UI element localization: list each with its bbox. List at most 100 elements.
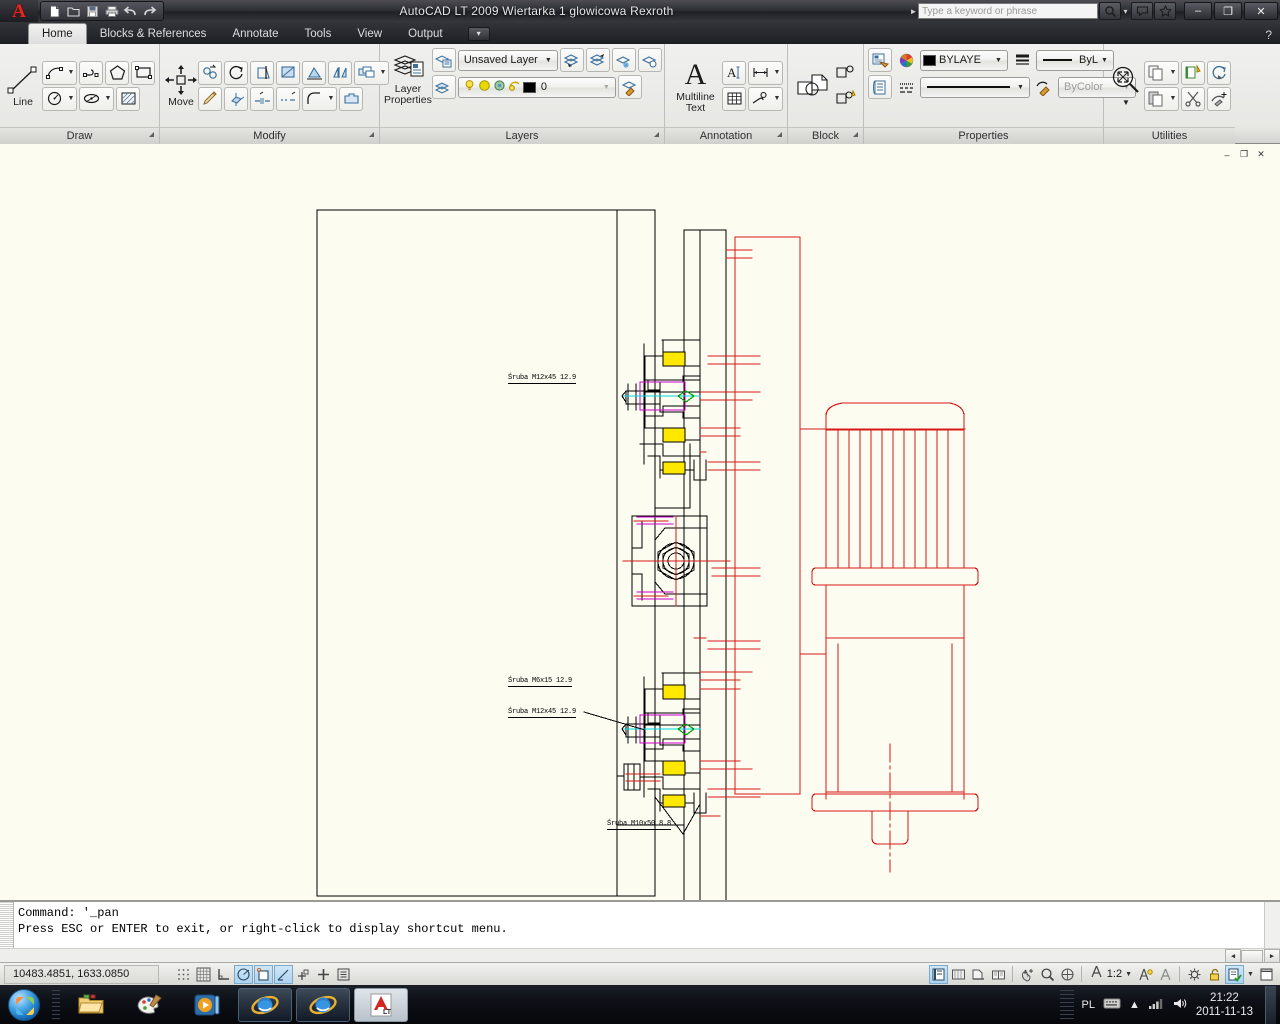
single-line-text-button[interactable]: A (722, 60, 746, 85)
zoom-extents-button[interactable]: ▼ (1108, 61, 1144, 111)
tab-home[interactable]: Home (28, 23, 87, 44)
infocenter-expand-icon[interactable]: ► (909, 7, 918, 16)
ortho-mode-toggle[interactable] (214, 965, 233, 984)
tab-annotate[interactable]: Annotate (219, 24, 291, 44)
paste-dropdown-icon[interactable]: ▼ (1168, 86, 1179, 111)
line-button[interactable]: Line (4, 61, 42, 110)
show-hide-lineweight-toggle[interactable] (334, 965, 353, 984)
arc-button[interactable]: ▼ (42, 60, 77, 85)
layer-freeze-button[interactable] (611, 48, 636, 72)
panel-block-expand-icon[interactable] (853, 132, 858, 137)
layer-plot-icon[interactable] (508, 79, 521, 95)
tab-tools[interactable]: Tools (291, 24, 344, 44)
insert-block-button[interactable] (792, 67, 834, 105)
color-wheel-icon[interactable] (894, 48, 918, 72)
quick-view-drawings-button[interactable] (969, 965, 988, 984)
copy-clip-dropdown-icon[interactable]: ▼ (1168, 60, 1179, 85)
zoom-dropdown-icon[interactable]: ▼ (1122, 97, 1130, 109)
layer-combo[interactable]: 0 ▼ (457, 76, 616, 98)
object-color-dropdown-icon[interactable]: ▼ (992, 57, 1005, 64)
copy-button[interactable] (198, 60, 222, 85)
fillet-line-button[interactable] (250, 86, 274, 111)
drawing-area[interactable]: – ❐ ✕ Śruba M12x45 12.9 Śruba M6x15 12.9… (0, 144, 1280, 900)
edit-block-button[interactable] (834, 87, 858, 111)
layer-off-button[interactable] (637, 48, 662, 72)
create-block-button[interactable] (834, 61, 858, 85)
clock[interactable]: 21:22 2011-11-13 (1196, 991, 1253, 1019)
layer-dropdown-icon[interactable]: ▼ (600, 84, 613, 91)
search-dropdown-icon[interactable]: ▾ (1121, 7, 1130, 16)
circle-button[interactable]: ▼ (42, 86, 77, 111)
layer-isolate-button[interactable] (431, 75, 456, 99)
taskbar-autocad-lt[interactable]: LT (354, 987, 408, 1022)
application-status-menu-button[interactable] (1185, 965, 1204, 984)
arc-dropdown-icon[interactable]: ▼ (66, 60, 77, 85)
zoom-button[interactable] (1038, 965, 1057, 984)
pan-button[interactable] (1018, 965, 1037, 984)
hatch-button[interactable] (116, 86, 140, 111)
move-button[interactable]: Move (164, 61, 198, 110)
auto-add-scales-toggle[interactable] (1156, 965, 1175, 984)
favorites-star-icon[interactable] (1154, 2, 1176, 20)
ellipse-button[interactable]: ▼ (79, 86, 114, 111)
object-snap-toggle[interactable] (254, 964, 273, 984)
coordinates-display[interactable]: 10483.4851, 1633.0850 (4, 964, 159, 984)
panel-draw-expand-icon[interactable] (149, 132, 154, 137)
object-snap-tracking-toggle[interactable] (274, 964, 293, 984)
paste-button[interactable]: ▼ (1144, 86, 1179, 111)
polyline-button[interactable] (79, 60, 103, 85)
polygon-button[interactable] (105, 60, 129, 85)
clean-screen-button[interactable] (1257, 965, 1276, 984)
tab-blocks-references[interactable]: Blocks & References (87, 24, 220, 44)
object-color-combo[interactable]: BYLAYE ▼ (920, 49, 1008, 71)
annotation-visibility-toggle[interactable] (1136, 965, 1155, 984)
volume-icon[interactable] (1172, 997, 1188, 1013)
quick-view-layouts-button[interactable] (949, 965, 968, 984)
mirror-button[interactable] (328, 60, 352, 85)
command-line[interactable]: Command: '_pan Press ESC or ENTER to exi… (0, 900, 1280, 964)
layer-make-current-button[interactable] (585, 48, 610, 72)
dimension-button[interactable]: ▼ (748, 60, 783, 85)
search-input[interactable]: Type a keyword or phrase (918, 3, 1098, 19)
panel-title-annotation[interactable]: Annotation (665, 127, 787, 144)
scale-button[interactable] (276, 60, 300, 85)
edit-polyline-button[interactable] (339, 86, 363, 111)
tab-view[interactable]: View (344, 24, 395, 44)
dynamic-input-toggle[interactable] (314, 965, 333, 984)
panel-title-utilities[interactable]: Utilities (1104, 127, 1235, 144)
panel-title-draw[interactable]: Draw (0, 127, 159, 144)
layer-color-swatch[interactable] (522, 81, 536, 93)
extend-button[interactable] (276, 86, 300, 111)
open-icon[interactable] (65, 3, 82, 19)
ellipse-dropdown-icon[interactable]: ▼ (103, 86, 114, 111)
panel-title-layers[interactable]: Layers (380, 127, 664, 144)
circle-dropdown-icon[interactable]: ▼ (66, 86, 77, 111)
command-line-scrollbar[interactable] (1264, 902, 1280, 948)
layer-previous-button[interactable] (559, 48, 584, 72)
layout-grid-button[interactable] (989, 965, 1008, 984)
dimension-dropdown-icon[interactable]: ▼ (772, 60, 783, 85)
multiline-text-button[interactable]: A Multiline Text (669, 56, 722, 116)
layer-match-button[interactable] (617, 75, 642, 99)
layer-state-combo[interactable]: Unsaved Layer ▼ (457, 49, 558, 71)
layer-lock-icon[interactable] (493, 79, 506, 95)
lineweight-list-icon[interactable] (1010, 48, 1034, 72)
copy-clip-button[interactable]: ▼ (1144, 60, 1179, 85)
taskbar-paint[interactable] (122, 988, 176, 1022)
leader-dropdown-icon[interactable]: ▼ (772, 86, 783, 111)
show-desktop-button[interactable] (1265, 985, 1276, 1024)
command-line-grip[interactable] (0, 902, 14, 948)
ribbon-minimize-icon[interactable]: ▾ (467, 27, 490, 41)
measure-button[interactable] (1207, 60, 1231, 85)
keyboard-icon[interactable] (1103, 997, 1121, 1013)
panel-title-modify[interactable]: Modify (160, 127, 379, 144)
layer-on-off-icon[interactable] (463, 79, 476, 95)
close-button[interactable]: ✕ (1244, 2, 1278, 20)
application-menu-button[interactable]: A (0, 0, 38, 22)
taskbar-internet-explorer-2[interactable] (296, 987, 350, 1022)
table-button[interactable] (722, 86, 746, 111)
annotation-scale-control[interactable]: 1:2 ▼ (1086, 964, 1135, 984)
leader-button[interactable]: ▼ (748, 86, 783, 111)
linetype-dropdown-icon[interactable]: ▼ (1014, 84, 1027, 91)
fillet-button[interactable]: ▼ (302, 86, 337, 111)
